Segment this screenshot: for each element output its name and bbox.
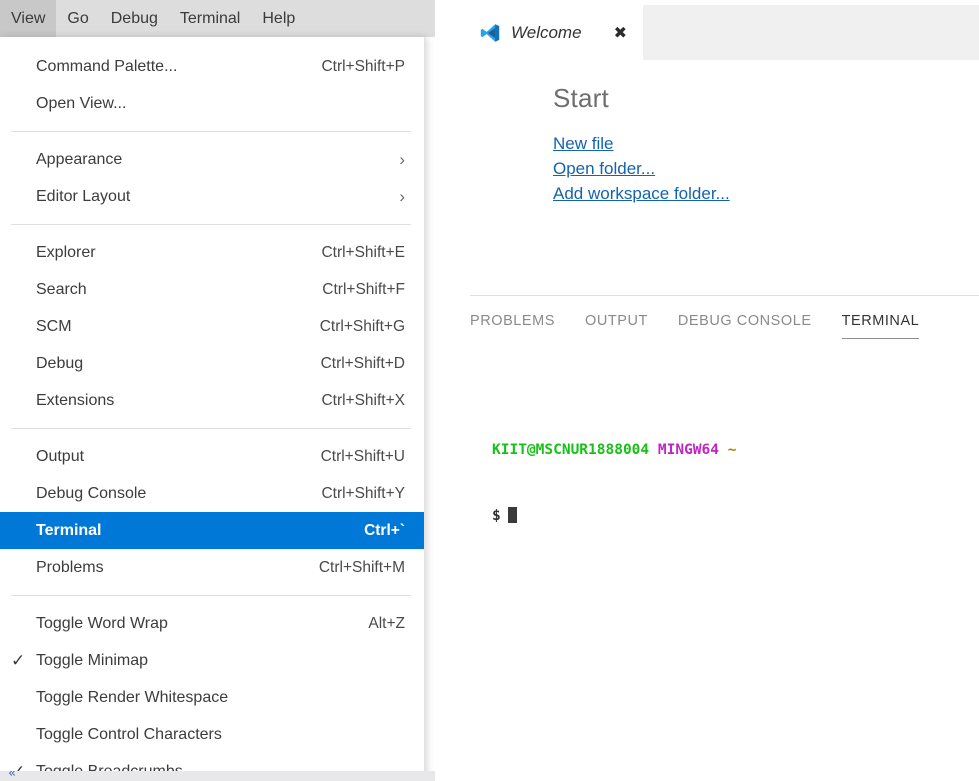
menu-item-toggle-word-wrap[interactable]: Toggle Word Wrap Alt+Z [0, 605, 424, 642]
menu-item-editor-layout[interactable]: Editor Layout › [0, 178, 424, 215]
menu-item-toggle-control-characters[interactable]: Toggle Control Characters [0, 716, 424, 753]
menu-separator [11, 428, 411, 429]
menubar-item-label: View [11, 9, 46, 27]
menu-item-label: Toggle Minimap [36, 651, 149, 669]
menu-bar: View Go Debug Terminal Help [0, 0, 435, 37]
menubar-item-label: Terminal [179, 9, 241, 27]
menu-item-shortcut: Alt+Z [368, 614, 405, 632]
menu-item-label: Debug Console [36, 484, 147, 502]
menu-item-extensions[interactable]: Extensions Ctrl+Shift+X [0, 382, 424, 419]
panel-tab-debug-console[interactable]: DEBUG CONSOLE [678, 313, 812, 339]
menu-item-label: Open View... [36, 94, 127, 112]
panel-tab-output[interactable]: OUTPUT [585, 313, 648, 339]
panel-tab-label: PROBLEMS [470, 313, 555, 329]
menu-item-shortcut: Ctrl+Shift+U [320, 447, 405, 465]
menu-item-label: Debug [36, 354, 84, 372]
menu-item-explorer[interactable]: Explorer Ctrl+Shift+E [0, 234, 424, 271]
view-menu-dropdown: Command Palette... Ctrl+Shift+P Open Vie… [0, 37, 425, 781]
menubar-item-terminal[interactable]: Terminal [169, 0, 251, 37]
menu-item-shortcut: Ctrl+Shift+E [321, 243, 405, 261]
menu-item-toggle-minimap[interactable]: ✓ Toggle Minimap [0, 642, 424, 679]
menu-item-label: SCM [36, 317, 72, 335]
menu-item-terminal[interactable]: Terminal Ctrl+` [0, 512, 424, 549]
menu-item-label: Terminal [36, 521, 102, 539]
vscode-window: View Go Debug Terminal Help Command Pale… [0, 0, 979, 781]
menu-item-command-palette[interactable]: Command Palette... Ctrl+Shift+P [0, 48, 424, 85]
panel-tab-problems[interactable]: PROBLEMS [470, 313, 555, 339]
chevron-right-icon: › [399, 150, 405, 169]
menu-item-label: Output [36, 447, 85, 465]
welcome-link-add-workspace-folder[interactable]: Add workspace folder... [553, 181, 979, 206]
menu-separator [11, 224, 411, 225]
menu-separator [11, 131, 411, 132]
editor-tab-bar: Welcome ✖ [435, 0, 979, 63]
menubar-item-label: Debug [110, 9, 158, 27]
menu-item-shortcut: Ctrl+` [364, 521, 405, 539]
close-icon[interactable]: ✖ [610, 23, 631, 43]
vscode-logo-icon [479, 22, 501, 44]
terminal-shell-name: MINGW64 [657, 442, 719, 458]
menubar-item-go[interactable]: Go [56, 0, 99, 37]
menu-item-label: Extensions [36, 391, 115, 409]
menu-item-label: Toggle Control Characters [36, 725, 222, 743]
menu-item-debug-console[interactable]: Debug Console Ctrl+Shift+Y [0, 475, 424, 512]
menu-item-label: Search [36, 280, 87, 298]
menu-item-label: Editor Layout [36, 187, 131, 205]
menu-item-problems[interactable]: Problems Ctrl+Shift+M [0, 549, 424, 586]
checkmark-icon: ✓ [11, 651, 26, 670]
panel-tab-label: TERMINAL [841, 313, 920, 329]
menu-item-label: Command Palette... [36, 57, 178, 75]
editor-area: Welcome ✖ Start New file Open folder... … [435, 0, 979, 781]
panel-tab-terminal[interactable]: TERMINAL [841, 313, 920, 339]
menubar-item-debug[interactable]: Debug [100, 0, 169, 37]
menu-item-label: Appearance [36, 150, 123, 168]
panel-divider [470, 295, 979, 296]
menu-item-shortcut: Ctrl+Shift+Y [321, 484, 405, 502]
menu-item-shortcut: Ctrl+Shift+P [321, 57, 405, 75]
terminal-cursor [507, 507, 517, 523]
menu-item-output[interactable]: Output Ctrl+Shift+U [0, 438, 424, 475]
terminal-user-host: KIIT@MSCNUR1888004 [492, 442, 650, 458]
menu-item-open-view[interactable]: Open View... [0, 85, 424, 122]
terminal-prompt-line: KIIT@MSCNUR1888004 MINGW64 ~ [492, 439, 962, 461]
welcome-page: Start New file Open folder... Add worksp… [435, 63, 979, 206]
welcome-link-open-folder[interactable]: Open folder... [553, 156, 979, 181]
terminal-cwd: ~ [727, 442, 737, 458]
menu-item-label: Toggle Word Wrap [36, 614, 168, 632]
menubar-item-help[interactable]: Help [251, 0, 306, 37]
menu-item-shortcut: Ctrl+Shift+F [322, 280, 405, 298]
menubar-item-label: Go [67, 9, 89, 27]
panel-tab-label: DEBUG CONSOLE [677, 313, 812, 329]
status-bar[interactable]: « [0, 771, 435, 781]
menu-item-label: Toggle Render Whitespace [36, 688, 229, 706]
menu-item-label: Problems [36, 558, 104, 576]
menu-item-label: Explorer [36, 243, 96, 261]
menu-item-shortcut: Ctrl+Shift+D [320, 354, 405, 372]
panel-tab-label: OUTPUT [584, 313, 648, 329]
menu-item-appearance[interactable]: Appearance › [0, 141, 424, 178]
welcome-start-heading: Start [553, 83, 609, 113]
menubar-item-view[interactable]: View [0, 0, 57, 37]
menu-item-toggle-render-whitespace[interactable]: Toggle Render Whitespace [0, 679, 424, 716]
terminal-input-line[interactable]: $ [492, 505, 962, 527]
menu-item-shortcut: Ctrl+Shift+X [321, 391, 405, 409]
tab-label: Welcome [511, 22, 582, 42]
remote-indicator-icon: « [8, 771, 16, 781]
menu-item-shortcut: Ctrl+Shift+G [319, 317, 405, 335]
menu-item-search[interactable]: Search Ctrl+Shift+F [0, 271, 424, 308]
menu-item-debug[interactable]: Debug Ctrl+Shift+D [0, 345, 424, 382]
menu-item-scm[interactable]: SCM Ctrl+Shift+G [0, 308, 424, 345]
terminal-output[interactable]: KIIT@MSCNUR1888004 MINGW64 ~ $ [492, 395, 962, 571]
panel-tab-bar: PROBLEMS OUTPUT DEBUG CONSOLE TERMINAL [470, 306, 979, 351]
menu-item-shortcut: Ctrl+Shift+M [318, 558, 405, 576]
menu-separator [11, 595, 411, 596]
menubar-item-label: Help [262, 9, 296, 27]
chevron-right-icon: › [399, 187, 405, 206]
welcome-link-new-file[interactable]: New file [553, 131, 979, 156]
tab-welcome[interactable]: Welcome ✖ [465, 5, 643, 60]
terminal-prompt-symbol: $ [492, 508, 501, 524]
tab-bar-empty-space [643, 5, 979, 60]
